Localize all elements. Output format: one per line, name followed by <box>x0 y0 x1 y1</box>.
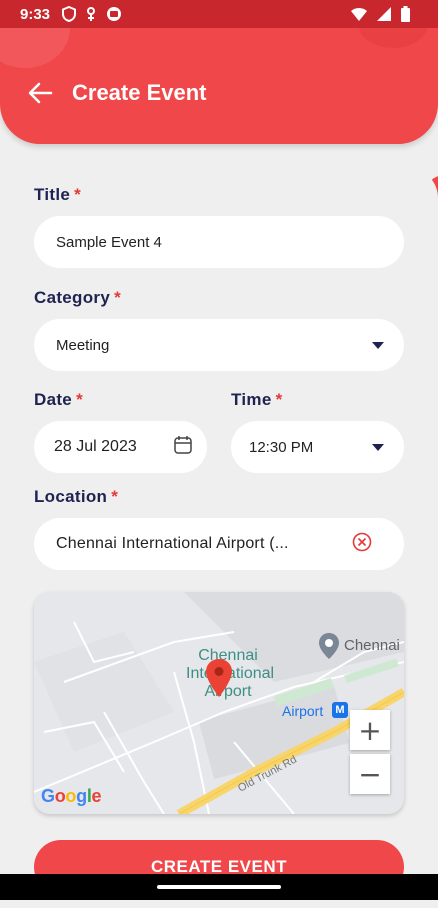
calendar-icon[interactable] <box>173 435 193 459</box>
usb-icon <box>85 6 97 27</box>
app-header: Create Event <box>0 28 438 144</box>
map-city-label: Chennai <box>344 637 400 654</box>
home-indicator[interactable] <box>157 885 281 889</box>
date-label: Date * <box>34 390 83 410</box>
location-label: Location * <box>34 487 118 507</box>
app-icon <box>106 6 122 27</box>
clear-circle-icon[interactable] <box>352 532 372 556</box>
time-select[interactable]: 12:30 PM <box>231 421 404 473</box>
required-marker: * <box>114 288 122 307</box>
location-value: Chennai International Airport (... <box>56 535 289 552</box>
map-canvas <box>34 592 404 814</box>
back-button[interactable] <box>26 78 56 108</box>
required-marker: * <box>76 390 83 409</box>
location-label-text: Location <box>34 487 108 506</box>
location-input[interactable]: Chennai International Airport (... <box>34 518 404 570</box>
status-bar: 9:33 <box>0 0 438 28</box>
arrow-left-icon <box>26 82 56 112</box>
location-pin-icon <box>318 632 340 665</box>
category-label: Category * <box>34 288 121 308</box>
category-select-value: Meeting <box>56 336 110 354</box>
title-label: Title * <box>34 185 81 205</box>
wifi-icon <box>351 7 367 26</box>
page-title: Create Event <box>72 80 207 105</box>
chevron-down-icon <box>372 443 384 451</box>
zoom-out-button[interactable]: − <box>350 754 390 794</box>
signal-icon <box>377 7 391 26</box>
decorative-blob <box>358 28 428 48</box>
title-input[interactable]: Sample Event 4 <box>34 216 404 268</box>
battery-icon <box>401 6 410 27</box>
zoom-in-button[interactable]: + <box>350 710 390 750</box>
system-nav-bar <box>0 874 438 900</box>
chevron-down-icon <box>372 341 384 349</box>
required-marker: * <box>74 185 82 204</box>
decorative-blob <box>0 28 70 68</box>
time-label: Time * <box>231 390 283 410</box>
required-marker: * <box>275 390 283 409</box>
category-select[interactable]: Meeting <box>34 319 404 371</box>
metro-badge-icon: M <box>332 702 348 718</box>
map-metro-label: Airport <box>282 703 324 719</box>
time-value: 12:30 PM <box>249 438 314 456</box>
status-time: 9:33 <box>20 6 51 23</box>
google-logo: Google <box>41 786 102 806</box>
category-label-text: Category <box>34 288 111 307</box>
date-value: 28 Jul 2023 <box>54 438 137 455</box>
time-label-text: Time <box>231 390 272 409</box>
map-marker-icon <box>205 658 233 703</box>
location-map[interactable]: Chennai International Airport Chennai Ai… <box>34 592 404 814</box>
date-label-text: Date <box>34 390 73 409</box>
shield-icon <box>62 5 76 27</box>
date-picker[interactable]: 28 Jul 2023 <box>34 421 207 473</box>
title-label-text: Title <box>34 185 71 204</box>
title-input-value: Sample Event 4 <box>56 233 162 251</box>
required-marker: * <box>111 487 119 506</box>
